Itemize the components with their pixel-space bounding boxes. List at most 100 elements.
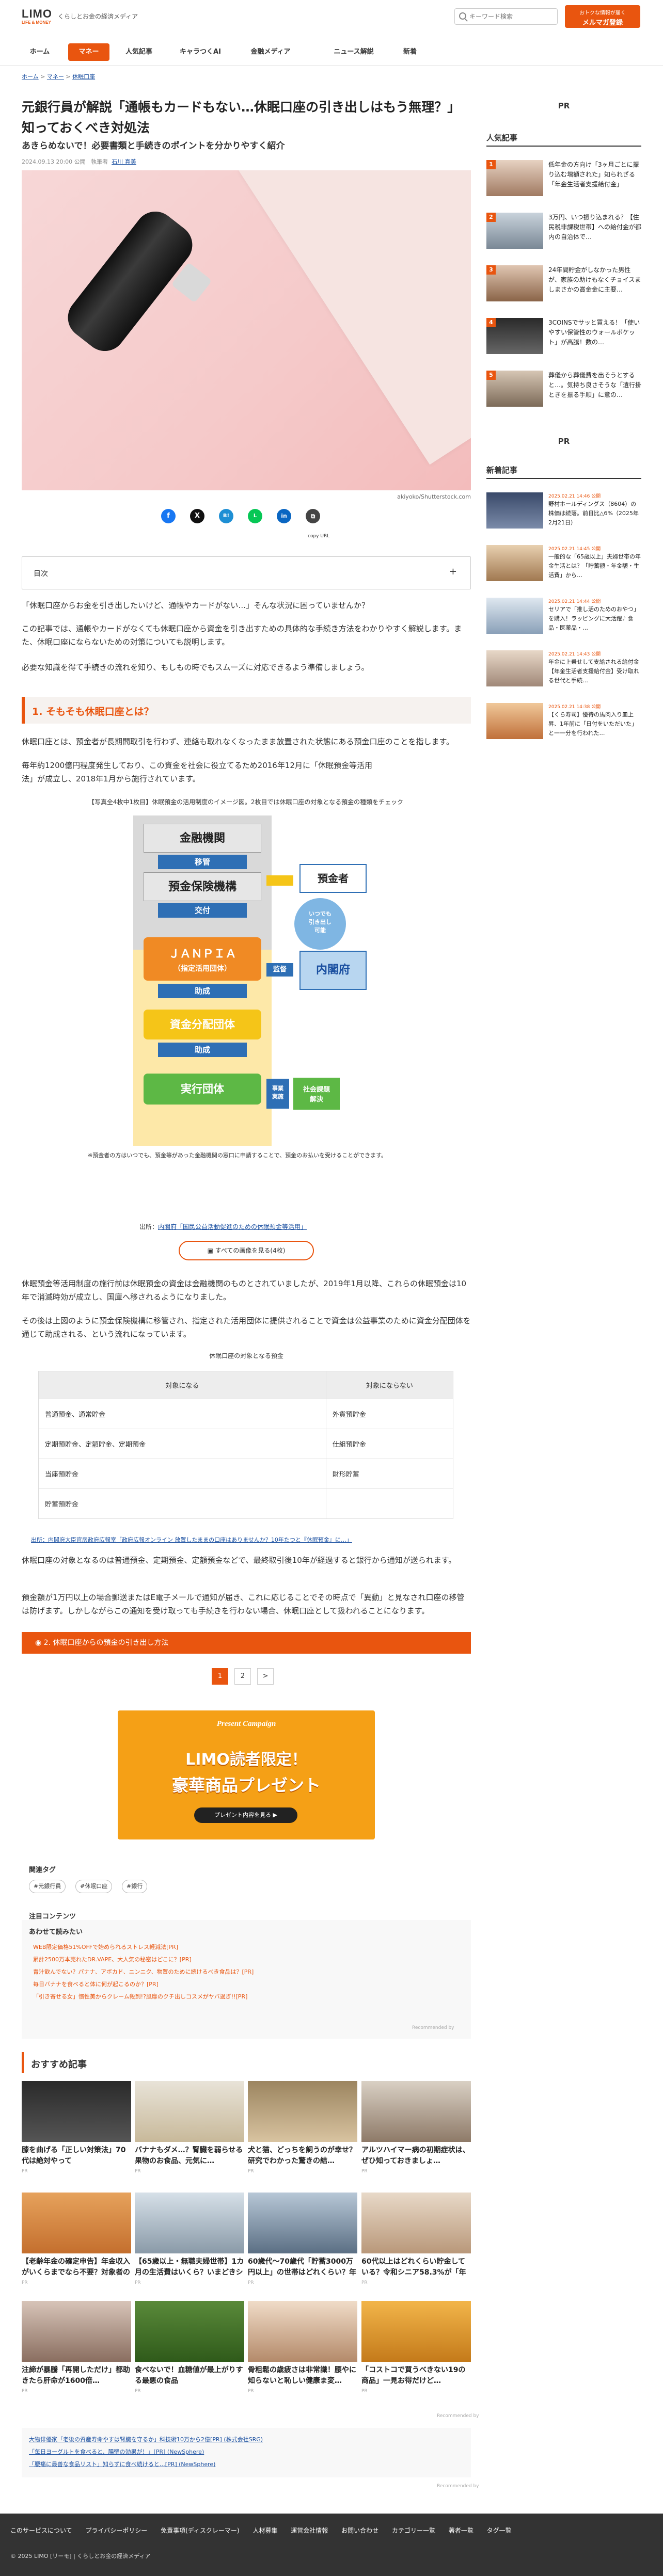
new-article[interactable]: 2025.02.21 14:45 公開 一般的な「65歳以上」夫婦世帯の年金生活と… bbox=[486, 545, 641, 587]
breadcrumb-current[interactable]: 休眠口座 bbox=[72, 73, 95, 80]
article-card[interactable]: 60歳代～70歳代「貯蓄3000万円以上」の世帯はどれくらい？年金では… PR bbox=[248, 2193, 357, 2285]
nav-home[interactable]: ホーム bbox=[22, 43, 58, 61]
article-card[interactable]: 犬と猫、どっちを飼うのが幸せ？研究でわかった驚きの結… PR bbox=[248, 2081, 357, 2174]
newsletter-signup-button[interactable]: おトクな情報が届く メルマガ登録 bbox=[565, 5, 640, 28]
card-image bbox=[22, 2301, 131, 2362]
popular-article[interactable]: 3 24年間貯金がしなかった男性が、家族の助けもなくチョイスましまさかの賞金金に主… bbox=[486, 265, 641, 308]
image-icon: ▣ bbox=[207, 1247, 215, 1254]
popular-article[interactable]: 2 3万円、いつ振り込まれる？【住民税非課税世帯】への給付金が都内の自治体で… bbox=[486, 213, 641, 255]
recommended-link[interactable]: 毎日バナナを食べると体に何が起こるのか？[PR] bbox=[33, 1980, 159, 1988]
newsletter-caption: おトクな情報が届く bbox=[579, 10, 626, 16]
nav-new[interactable]: 新着 bbox=[394, 43, 425, 61]
footer-link[interactable]: 人材募集 bbox=[252, 2527, 277, 2534]
footer-link[interactable]: このサービスについて bbox=[10, 2527, 72, 2534]
article-card[interactable]: 骨粗鬆の歳疲さは非常識！腰やに知らないと恥しい健康ま変… PR bbox=[248, 2301, 357, 2394]
recommended-articles-title: おすすめ記事 bbox=[31, 2059, 87, 2070]
view-all-images-label: すべての画像を見る(4枚) bbox=[215, 1247, 286, 1254]
new-article[interactable]: 2025.02.21 14:46 公開 野村ホールディングス（8604）の株価は続… bbox=[486, 492, 641, 535]
footer-link[interactable]: 免責事項(ディスクレーマー) bbox=[161, 2527, 240, 2534]
article-card[interactable]: 【老齢年金の確定申告】年金収入がいくらまでなら不要？対象者の条件を… PR bbox=[22, 2193, 131, 2285]
footer-link[interactable]: 著者一覧 bbox=[449, 2527, 473, 2534]
new-thumb bbox=[486, 545, 543, 581]
footer-link[interactable]: カテゴリー一覧 bbox=[392, 2527, 435, 2534]
recommended-by: Recommended by bbox=[412, 2025, 454, 2030]
breadcrumb-home[interactable]: ホーム bbox=[22, 73, 39, 80]
popular-article[interactable]: 4 3COINSでサッと買える！「使いやすい保管性のウォールポケット」が高騰！数の… bbox=[486, 318, 641, 360]
article-card[interactable]: 膝を曲げる「正しい対策法」70代は絶対やって PR bbox=[22, 2081, 131, 2174]
table-cell: 当座預貯金 bbox=[38, 1459, 326, 1489]
new-date: 2025.02.21 14:38 公開 bbox=[548, 705, 601, 710]
search-input[interactable] bbox=[469, 11, 552, 22]
table-row: 普通預金、通常貯金 外貨預貯金 bbox=[38, 1399, 454, 1429]
breadcrumb: ホーム > マネー > 休眠口座 bbox=[22, 72, 95, 81]
article-card[interactable]: 食べないで！血糖値が最上がりする最悪の食品 PR bbox=[135, 2301, 244, 2394]
figure-note: ※預金者の方はいつでも、預金等があった金融機関の窓口に申請することで、預金のお払… bbox=[88, 1152, 387, 1159]
article-card[interactable]: 注締が暴騰「再開しただけ」都助きたら肝命が1600倍… PR bbox=[22, 2301, 131, 2394]
nav-popular[interactable]: 人気記事 bbox=[118, 43, 160, 61]
recommended-link[interactable]: 累計2500万本売れたDR.VAPE、大人気の秘密はどこに？[PR] bbox=[33, 1955, 192, 1963]
campaign-button[interactable]: プレゼント内容を見る ▶ bbox=[194, 1807, 297, 1823]
new-article[interactable]: 2025.02.21 14:43 公開 年金に上乗せして支給される給付金【年金生活… bbox=[486, 650, 641, 693]
table-caption: 休眠口座の対象となる預金 bbox=[209, 1352, 283, 1359]
nav-finance-media[interactable]: 金融メディア bbox=[241, 43, 301, 61]
recommended-box: あわせて読みたい WEB限定価格51%OFFで始められるストレス軽減法[PR] … bbox=[22, 1920, 471, 2039]
popular-title: 3万円、いつ振り込まれる？【住民税非課税世帯】への給付金が都内の自治体で… bbox=[548, 214, 641, 241]
hatena-share-icon[interactable]: B! bbox=[219, 509, 233, 523]
footer-link[interactable]: お問い合わせ bbox=[341, 2527, 378, 2534]
bank-box: 金融機関 bbox=[144, 824, 261, 853]
site-logo[interactable]: LIMO LIFE & MONEY bbox=[22, 7, 53, 25]
recommended-link[interactable]: WEB限定価格51%OFFで始められるストレス軽減法[PR] bbox=[33, 1943, 178, 1951]
popular-article[interactable]: 5 葬儀から葬儀費を出そうとすると…。気持ち良さそうな「遺行掛ときを振る手順」に意… bbox=[486, 371, 641, 413]
source-link[interactable]: 内閣府「国民公益活動促進のための休眠預金等活用」 bbox=[158, 1223, 307, 1230]
footer-link[interactable]: タグ一覧 bbox=[487, 2527, 512, 2534]
card-pr: PR bbox=[22, 2389, 28, 2394]
card-title: 【65歳以上・無職夫婦世帯】1カ月の生活費はいくら？いまどきシニアの… bbox=[135, 2258, 244, 2277]
table-of-contents[interactable]: 目次 + bbox=[22, 556, 471, 589]
x-share-icon[interactable]: X bbox=[190, 509, 204, 523]
nav-news[interactable]: ニュース解説 bbox=[326, 43, 381, 61]
nav-money[interactable]: マネー bbox=[68, 43, 109, 61]
tag-link[interactable]: #休眠口座 bbox=[75, 1880, 113, 1893]
recommended-link[interactable]: 青汁飲んでない？パナナ、アボカド、ニンニク、物置のために続けるべき食品は？[PR… bbox=[33, 1967, 254, 1976]
present-campaign-banner[interactable]: Present Campaign LIMO読者限定！ 豪華商品プレゼント プレゼ… bbox=[118, 1710, 375, 1839]
facebook-share-icon[interactable]: f bbox=[161, 509, 176, 523]
page-2[interactable]: 2 bbox=[234, 1668, 251, 1685]
article-card[interactable]: バナナもダメ…？腎臓を弱らせる果物のお食品、元気に… PR bbox=[135, 2081, 244, 2174]
promo-link[interactable]: 「腰痛に最善な食品リスト」知らずに食べ続けると…[PR] (NewSphere) bbox=[29, 2460, 215, 2468]
article-card[interactable]: 「コストコで買うべきない19の商品」一見お得だけど… PR bbox=[361, 2301, 471, 2394]
footer-link[interactable]: プライバシーポリシー bbox=[85, 2527, 147, 2534]
article-card[interactable]: アルツハイマー病の初期症状は、ぜひ知っておきましょ… PR bbox=[361, 2081, 471, 2174]
author-link[interactable]: 石川 真美 bbox=[112, 158, 136, 165]
newsletter-label: メルマガ登録 bbox=[582, 19, 623, 27]
photo-credit: akiyoko/Shutterstock.com bbox=[397, 493, 471, 500]
footer-link[interactable]: 運営会社情報 bbox=[291, 2527, 328, 2534]
new-article[interactable]: 2025.02.21 14:44 公開 セリアで「推し活のためのおやつ」を購入！ラ… bbox=[486, 598, 641, 640]
toc-expand-icon[interactable]: + bbox=[449, 566, 457, 577]
body-paragraph-5: 休眠口座の対象となるのは普通預金、定期預金、定額預金などで、最終取引後10年が経… bbox=[22, 1556, 456, 1565]
search-box[interactable] bbox=[454, 8, 558, 25]
page-1[interactable]: 1 bbox=[212, 1668, 228, 1685]
card-pr: PR bbox=[361, 2169, 368, 2174]
promo-link[interactable]: 「毎日ヨーグルトを食べると、腸壁の効果が！」[PR] (NewSphere) bbox=[29, 2447, 204, 2456]
promo-link[interactable]: 大物俳優家「老後の資産寿命やすは腎臓を守るか」科技術10万から2億[PR] (株… bbox=[29, 2435, 263, 2443]
new-article[interactable]: 2025.02.21 14:38 公開 【くら寿司】優待の馬肉入り皿上昇、1年前に… bbox=[486, 703, 641, 745]
tag-link[interactable]: #元銀行員 bbox=[29, 1880, 66, 1893]
table-cell: 財形貯蓄 bbox=[325, 1459, 454, 1489]
recommended-link[interactable]: 「引き寄せる女」慣性美からクレーム殺到!?風靡のクチ出しコスメがヤバ過ぎ!![P… bbox=[33, 1992, 247, 2001]
next-section-link[interactable]: ◉ 2. 休眠口座からの預金の引き出し方法 bbox=[22, 1632, 471, 1654]
breadcrumb-money[interactable]: マネー bbox=[47, 73, 64, 80]
view-all-images-button[interactable]: ▣ すべての画像を見る(4枚) bbox=[179, 1241, 314, 1260]
deposit-type-table: 対象になる 対象にならない 普通預金、通常貯金 外貨預貯金 定期預貯金、定額貯金… bbox=[38, 1371, 454, 1519]
table-source-link[interactable]: 出所：内閣府大臣官房政府広報室「政府広報オンライン 放置したままの口座はありませ… bbox=[31, 1535, 475, 1544]
article-card[interactable]: 60代以上はどれくらい貯金している？令和シニア58.3%が「年金だけでは… PR bbox=[361, 2193, 471, 2285]
copy-url-icon[interactable]: ⧉ bbox=[306, 509, 320, 523]
popular-article[interactable]: 1 低年金の方向け「3ヶ月ごとに振り込む増額された」知られざる「年金生活者支援給付… bbox=[486, 160, 641, 202]
article-card[interactable]: 【65歳以上・無職夫婦世帯】1カ月の生活費はいくら？いまどきシニアの… PR bbox=[135, 2193, 244, 2285]
system-flow-diagram: 金融機関 移管 預金保険機構 交付 ＪＡＮＰＩＡ （指定活用団体） 助成 資金分… bbox=[88, 815, 403, 1182]
line-share-icon[interactable]: L bbox=[248, 509, 262, 523]
tag-link[interactable]: #銀行 bbox=[122, 1880, 148, 1893]
next-page-button[interactable]: > bbox=[257, 1668, 274, 1685]
nav-ai[interactable]: キャラつくAI bbox=[170, 43, 230, 61]
linkedin-share-icon[interactable]: in bbox=[277, 509, 291, 523]
popular-title: 3COINSでサッと買える！「使いやすい保管性のウォールポケット」が高騰！数の… bbox=[548, 319, 640, 346]
